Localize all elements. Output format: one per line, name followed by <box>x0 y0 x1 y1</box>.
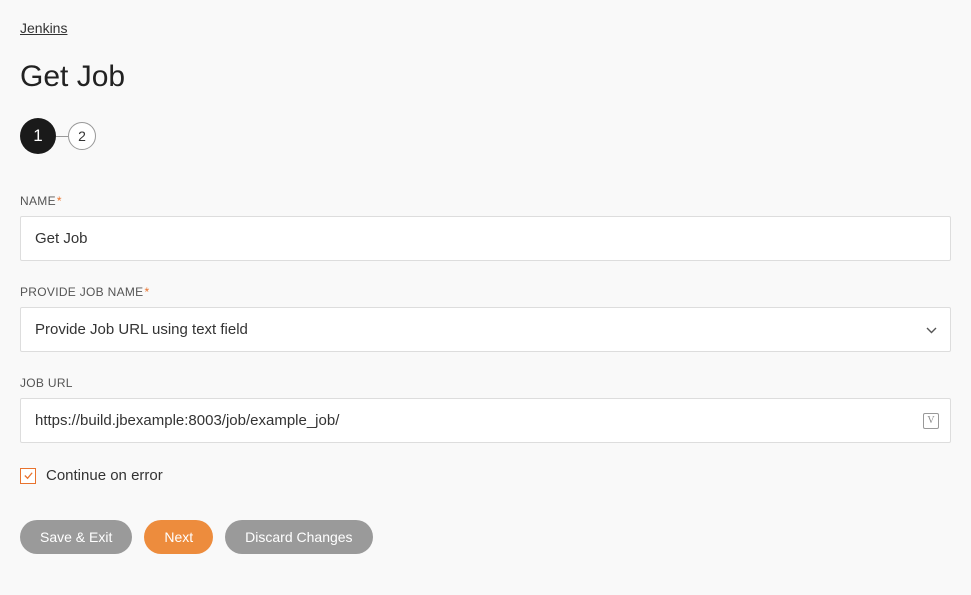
required-marker: * <box>57 194 62 208</box>
provide-job-name-select[interactable]: Provide Job URL using text field <box>20 307 951 352</box>
name-label: NAME* <box>20 194 951 208</box>
provide-job-name-label: PROVIDE JOB NAME* <box>20 285 951 299</box>
job-url-field-group: JOB URL V <box>20 376 951 443</box>
continue-on-error-row: Continue on error <box>20 467 951 484</box>
step-2[interactable]: 2 <box>68 122 96 150</box>
button-row: Save & Exit Next Discard Changes <box>20 520 951 554</box>
stepper: 1 2 <box>20 118 951 154</box>
name-label-text: NAME <box>20 194 56 208</box>
discard-changes-button[interactable]: Discard Changes <box>225 520 372 554</box>
variable-icon[interactable]: V <box>923 413 939 429</box>
breadcrumb-link[interactable]: Jenkins <box>20 20 67 36</box>
next-button[interactable]: Next <box>144 520 213 554</box>
check-icon <box>23 470 34 481</box>
continue-on-error-label: Continue on error <box>46 467 163 484</box>
job-url-input[interactable] <box>20 398 951 443</box>
step-1[interactable]: 1 <box>20 118 56 154</box>
provide-job-name-select-wrapper: Provide Job URL using text field <box>20 307 951 352</box>
provide-job-name-field-group: PROVIDE JOB NAME* Provide Job URL using … <box>20 285 951 352</box>
job-url-label: JOB URL <box>20 376 951 390</box>
required-marker: * <box>145 285 150 299</box>
job-url-label-text: JOB URL <box>20 376 73 390</box>
provide-job-name-label-text: PROVIDE JOB NAME <box>20 285 144 299</box>
save-exit-button[interactable]: Save & Exit <box>20 520 132 554</box>
step-connector <box>56 136 68 137</box>
name-input[interactable] <box>20 216 951 261</box>
name-field-group: NAME* <box>20 194 951 261</box>
continue-on-error-checkbox[interactable] <box>20 468 36 484</box>
page-title: Get Job <box>20 60 951 94</box>
job-url-input-wrapper: V <box>20 398 951 443</box>
